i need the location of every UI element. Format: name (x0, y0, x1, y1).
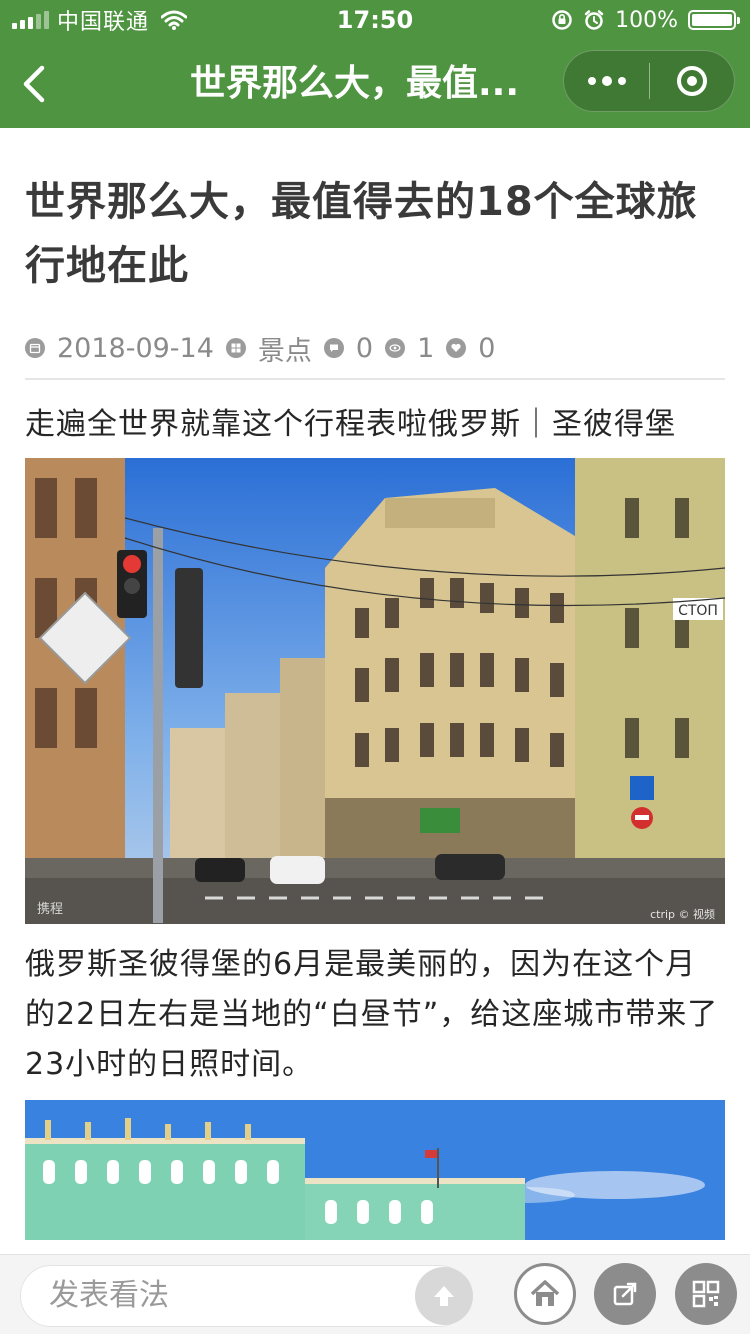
article-category[interactable]: 景点 (258, 329, 312, 368)
nav-bar: 世界那么大，最值... (0, 40, 750, 128)
comment-count: 0 (355, 332, 374, 364)
send-button[interactable] (415, 1267, 473, 1325)
article-photo-street[interactable]: СТОП 携程 ctrip © 视频 (25, 458, 725, 924)
article-meta: 2018-09-14 景点 0 1 0 (25, 328, 725, 368)
view-count: 1 (417, 332, 435, 364)
qr-code-icon (692, 1280, 720, 1308)
qr-code-button[interactable] (675, 1263, 737, 1325)
like-count: 0 (478, 332, 496, 364)
street-scene-illustration: СТОП 携程 ctrip © 视频 (25, 458, 725, 924)
share-icon (613, 1282, 637, 1306)
more-icon[interactable] (564, 51, 649, 111)
status-bar: 中国联通 17:50 100% (0, 0, 750, 40)
meta-divider (25, 378, 725, 380)
photo-watermark-left: 携程 (37, 901, 63, 917)
comment-icon (323, 338, 344, 358)
heart-icon (446, 338, 467, 358)
palace-illustration (25, 1100, 725, 1240)
article-date: 2018-09-14 (57, 332, 214, 364)
calendar-icon (25, 338, 45, 358)
article-title: 世界那么大，最值得去的18个全球旅行地在此 (25, 179, 698, 289)
battery-fill (692, 14, 732, 26)
alarm-icon (584, 10, 604, 30)
article-paragraph: 走遍全世界就靠这个行程表啦俄罗斯｜圣彼得堡 (25, 407, 676, 442)
home-button[interactable] (514, 1263, 576, 1325)
home-icon (530, 1280, 560, 1306)
battery-icon (688, 10, 740, 30)
nav-title: 世界那么大，最值... (190, 63, 520, 104)
comment-placeholder: 发表看法 (49, 1278, 169, 1313)
comment-input[interactable]: 发表看法 (20, 1265, 470, 1327)
category-icon (225, 338, 246, 358)
close-icon[interactable] (650, 51, 734, 111)
status-right: 100% (551, 0, 740, 40)
send-icon (434, 1286, 454, 1306)
stop-sign-text: СТОП (678, 603, 718, 619)
eye-icon (385, 338, 406, 358)
photo-watermark-right: ctrip © 视频 (650, 907, 715, 921)
battery-percent: 100% (615, 7, 678, 33)
share-button[interactable] (594, 1263, 656, 1325)
article-photo-palace[interactable] (25, 1100, 725, 1240)
article-content: 世界那么大，最值得去的18个全球旅行地在此 2018-09-14 景点 0 1 … (25, 128, 725, 1240)
bottom-bar: 发表看法 (0, 1254, 750, 1334)
back-icon[interactable] (14, 62, 58, 106)
mini-program-capsule (563, 50, 735, 112)
article-paragraph: 俄罗斯圣彼得堡的6月是最美丽的，因为在这个月的22日左右是当地的“白昼节”，给这… (25, 947, 719, 1082)
lock-rotation-icon (552, 10, 572, 30)
